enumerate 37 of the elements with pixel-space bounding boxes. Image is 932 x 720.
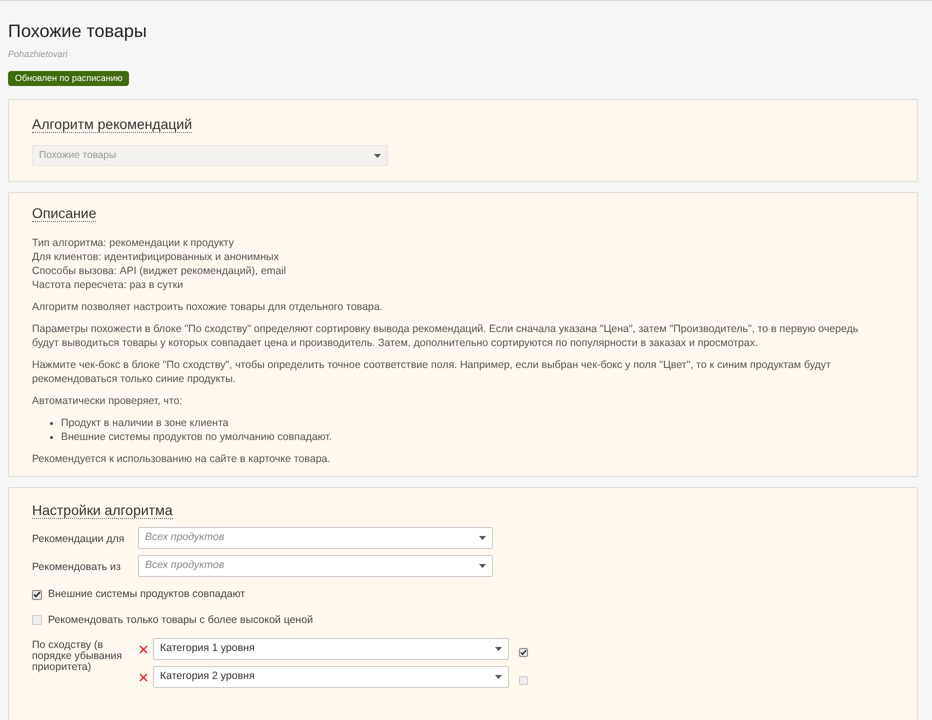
checkbox[interactable] (32, 590, 42, 600)
section-title: Алгоритм рекомендаций (32, 116, 192, 133)
checkbox-label: Рекомендовать только товары с более высокой ценой (48, 612, 313, 628)
field-label: Рекомендации для (32, 532, 126, 547)
dropdown-caret-icon (495, 647, 502, 652)
description-paragraph: Нажмите чек-бокс в блоке "По сходству", чтобы определить точное соответствие поля. Например, если выбран чек-бокс у поля "Цвет", то к синим продуктам будут рекомендоваться только синие продукты. (32, 358, 832, 386)
dropdown-caret-icon (479, 564, 486, 568)
select-field[interactable]: Всех продуктов (138, 554, 493, 577)
checkbox[interactable] (519, 676, 528, 685)
field-label: Рекомендовать из (32, 560, 122, 575)
dropdown-caret-icon (374, 154, 381, 158)
info-line: Для клиентов: идентифицированных и анонимных (32, 250, 280, 264)
remove-icon[interactable] (139, 672, 148, 682)
description-paragraph: Рекомендуется к использованию на сайте в карточке товара. (32, 452, 332, 466)
field-label: По сходству (в порядке убывания приоритета) (32, 638, 124, 674)
dropdown-caret-icon (495, 675, 502, 680)
dropdown-caret-icon (479, 536, 486, 540)
page-slug: Pohazhietovari (8, 49, 69, 60)
page-title: Похожие товары (8, 20, 148, 43)
bullet-item: Продукт в наличии в зоне клиента (50, 416, 894, 430)
remove-icon[interactable] (139, 644, 148, 654)
select-field[interactable]: Категория 1 уровня (153, 638, 509, 660)
info-line: Тип алгоритма: рекомендации к продукту (32, 236, 235, 250)
description-paragraph: Автоматически проверяет, что: (32, 394, 184, 408)
info-line: Способы вызова: API (виджет рекомендаций), email (32, 264, 287, 278)
description-paragraph: Параметры похожести в блоке "По сходству" определяют сортировку вывода рекомендаций. Если сначала указана "Цена", затем "Производитель", то в первую очередь будут выводиться товары у которых совпадает цена и производитель. Затем, дополнительно сортируются по популярности в заказах и просмотрах. (32, 322, 860, 350)
checkbox[interactable] (519, 648, 528, 657)
checkbox-label: Внешние системы продуктов совпадают (48, 586, 246, 602)
section-title: Настройки алгоритма (32, 502, 173, 519)
checkbox[interactable] (32, 615, 42, 626)
info-line: Частота пересчета: раз в сутки (32, 278, 184, 292)
select-field[interactable]: Категория 2 уровня (153, 666, 509, 688)
description-paragraph: Алгоритм позволяет настроить похожие товары для отдельного товара. (32, 300, 384, 314)
section-title: Описание (32, 205, 96, 222)
bullet-item: Внешние системы продуктов по умолчанию совпадают. (50, 430, 894, 444)
select-field[interactable]: Всех продуктов (138, 526, 493, 549)
status-badge: Обновлен по расписанию (8, 71, 130, 86)
